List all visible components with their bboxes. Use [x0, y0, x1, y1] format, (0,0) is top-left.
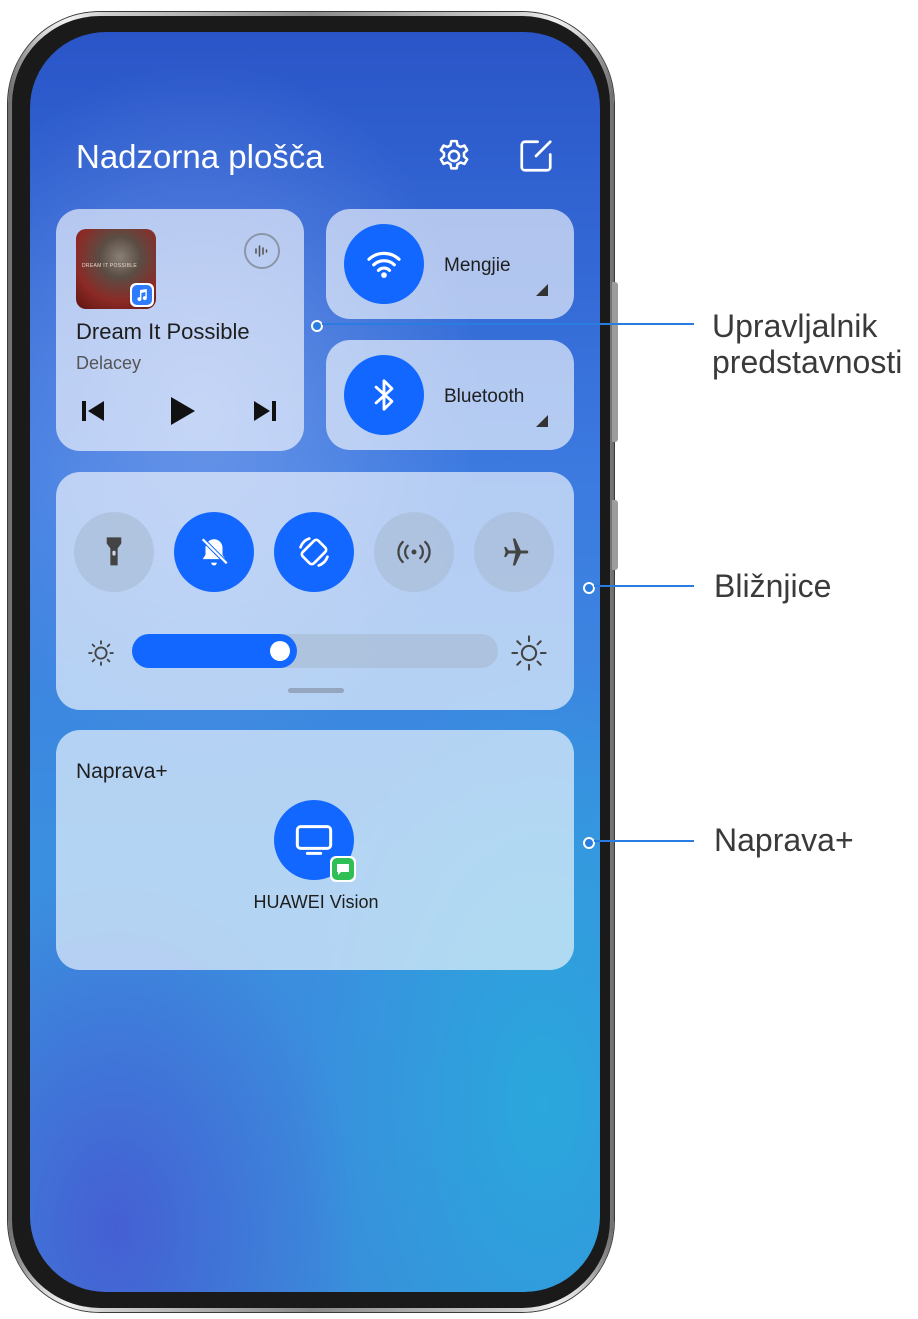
gear-icon — [439, 139, 469, 170]
brightness-slider-thumb[interactable] — [270, 641, 290, 661]
expand-corner-icon — [536, 284, 548, 296]
callout-device-label: Naprava+ — [714, 822, 854, 858]
brightness-high-icon — [510, 634, 548, 677]
bell-off-icon — [201, 537, 229, 566]
media-controller-card[interactable]: DREAM IT POSSIBLE Dream It Possible Dela… — [56, 209, 304, 451]
music-app-badge — [130, 283, 154, 307]
hotspot-icon — [397, 540, 431, 564]
play-button[interactable] — [168, 395, 196, 432]
previous-button[interactable] — [80, 399, 106, 428]
next-button[interactable] — [252, 399, 278, 428]
wifi-toggle[interactable] — [344, 224, 424, 304]
callout-line-device — [594, 840, 694, 842]
brightness-slider[interactable] — [132, 634, 498, 668]
album-art-text: DREAM IT POSSIBLE — [82, 263, 138, 269]
audio-output-button[interactable] — [244, 233, 280, 269]
page-title: Nadzorna plošča — [76, 138, 324, 175]
meetime-badge — [330, 856, 356, 882]
previous-icon — [82, 401, 104, 421]
bluetooth-icon — [374, 379, 394, 411]
edit-button[interactable] — [516, 136, 556, 176]
phone-screen: Nadzorna plošča DREAM IT POSSIBLE Dream … — [30, 32, 600, 1292]
callout-shortcuts-label: Bližnjice — [714, 568, 832, 604]
shortcuts-card — [56, 472, 574, 710]
volume-button — [612, 282, 618, 442]
mute-toggle[interactable] — [174, 512, 254, 592]
music-note-icon — [132, 285, 152, 305]
device-name: HUAWEI Vision — [253, 892, 379, 912]
brightness-low-icon — [86, 638, 116, 673]
bluetooth-label: Bluetooth — [444, 386, 525, 407]
airplane-icon — [504, 538, 529, 566]
hotspot-toggle[interactable] — [374, 512, 454, 592]
artist-name: Delacey — [76, 353, 142, 373]
power-button — [612, 500, 618, 570]
chat-bubble-icon — [332, 858, 354, 880]
next-icon — [254, 401, 276, 421]
wifi-label: Mengjie — [444, 255, 511, 276]
wifi-tile[interactable]: Mengjie — [326, 209, 574, 319]
song-title: Dream It Possible — [76, 319, 250, 344]
bluetooth-toggle[interactable] — [344, 355, 424, 435]
callout-dot-device — [583, 837, 595, 849]
edit-icon — [520, 140, 552, 172]
callout-dot-media — [311, 320, 323, 332]
wifi-icon — [367, 251, 401, 278]
callout-dot-shortcuts — [583, 582, 595, 594]
flashlight-icon — [106, 537, 122, 566]
auto-rotate-icon — [299, 537, 329, 567]
tv-icon — [295, 825, 333, 855]
expand-corner-icon — [536, 415, 548, 427]
flashlight-toggle[interactable] — [74, 512, 154, 592]
device-plus-card: Naprava+ HUAWEI Vision — [56, 730, 574, 970]
callout-line-media — [322, 323, 694, 325]
bluetooth-tile[interactable]: Bluetooth — [326, 340, 574, 450]
expand-handle[interactable] — [288, 688, 344, 693]
audio-output-icon — [255, 245, 268, 257]
device-plus-heading: Naprava+ — [76, 760, 168, 783]
airplane-mode-toggle[interactable] — [474, 512, 554, 592]
album-art: DREAM IT POSSIBLE — [76, 229, 156, 309]
settings-button[interactable] — [434, 136, 474, 176]
callout-media-label: Upravljalnik predstavnosti — [712, 308, 903, 380]
callout-line-shortcuts — [594, 585, 694, 587]
play-icon — [171, 397, 195, 425]
auto-rotate-toggle[interactable] — [274, 512, 354, 592]
